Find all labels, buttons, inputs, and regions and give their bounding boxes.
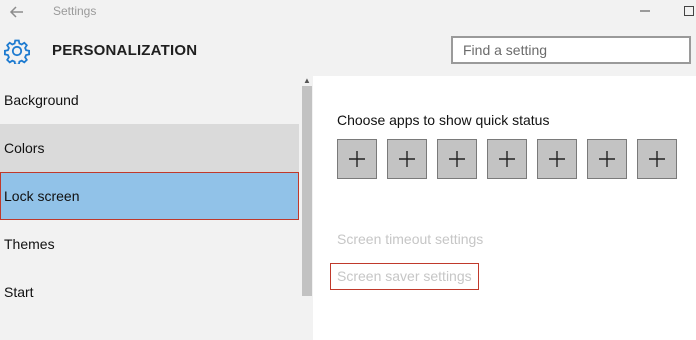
maximize-button[interactable] bbox=[680, 2, 696, 20]
back-button[interactable] bbox=[6, 2, 28, 22]
sidebar-item-colors[interactable]: Colors bbox=[0, 124, 299, 172]
add-icon bbox=[499, 151, 515, 167]
add-icon bbox=[649, 151, 665, 167]
sidebar-item-label: Colors bbox=[4, 140, 45, 156]
maximize-icon bbox=[684, 6, 694, 16]
search-input[interactable] bbox=[451, 36, 691, 64]
quick-status-add-button[interactable] bbox=[637, 139, 677, 179]
add-icon bbox=[599, 151, 615, 167]
gear-icon bbox=[4, 39, 30, 64]
quick-status-add-button[interactable] bbox=[587, 139, 627, 179]
sidebar: Background Colors Lock screen Themes Sta… bbox=[0, 76, 313, 340]
sidebar-item-start[interactable]: Start bbox=[0, 268, 299, 316]
sidebar-item-label: Start bbox=[4, 284, 34, 300]
add-icon bbox=[349, 151, 365, 167]
quick-status-add-button[interactable] bbox=[387, 139, 427, 179]
add-icon bbox=[549, 151, 565, 167]
page-header: PERSONALIZATION bbox=[0, 24, 696, 76]
sidebar-item-label: Background bbox=[4, 92, 79, 108]
sidebar-item-lock-screen[interactable]: Lock screen bbox=[0, 172, 299, 220]
quick-status-add-button[interactable] bbox=[337, 139, 377, 179]
add-icon bbox=[399, 151, 415, 167]
scroll-up-icon[interactable]: ▲ bbox=[301, 76, 313, 86]
quick-status-add-button[interactable] bbox=[437, 139, 477, 179]
page-title: PERSONALIZATION bbox=[52, 42, 198, 59]
app-title: Settings bbox=[53, 4, 97, 18]
screen-saver-settings-link[interactable]: Screen saver settings bbox=[330, 263, 479, 290]
add-icon bbox=[449, 151, 465, 167]
back-arrow-icon bbox=[9, 6, 23, 18]
minimize-icon bbox=[640, 10, 650, 12]
sidebar-item-label: Lock screen bbox=[4, 188, 80, 204]
quick-status-tiles bbox=[337, 139, 677, 179]
quick-status-add-button[interactable] bbox=[487, 139, 527, 179]
sidebar-item-themes[interactable]: Themes bbox=[0, 220, 299, 268]
sidebar-scrollbar[interactable]: ▲ bbox=[301, 76, 313, 340]
sidebar-item-label: Themes bbox=[4, 236, 55, 252]
minimize-button[interactable] bbox=[635, 2, 655, 20]
scrollbar-thumb[interactable] bbox=[302, 86, 312, 296]
title-bar: Settings bbox=[0, 0, 696, 24]
quick-status-label: Choose apps to show quick status bbox=[337, 112, 550, 128]
quick-status-add-button[interactable] bbox=[537, 139, 577, 179]
screen-timeout-settings-link[interactable]: Screen timeout settings bbox=[337, 231, 483, 247]
main-panel: Choose apps to show quick status Screen … bbox=[313, 76, 696, 340]
sidebar-item-background[interactable]: Background bbox=[0, 76, 299, 124]
settings-window: Settings PERSONALIZATION Background bbox=[0, 0, 696, 340]
